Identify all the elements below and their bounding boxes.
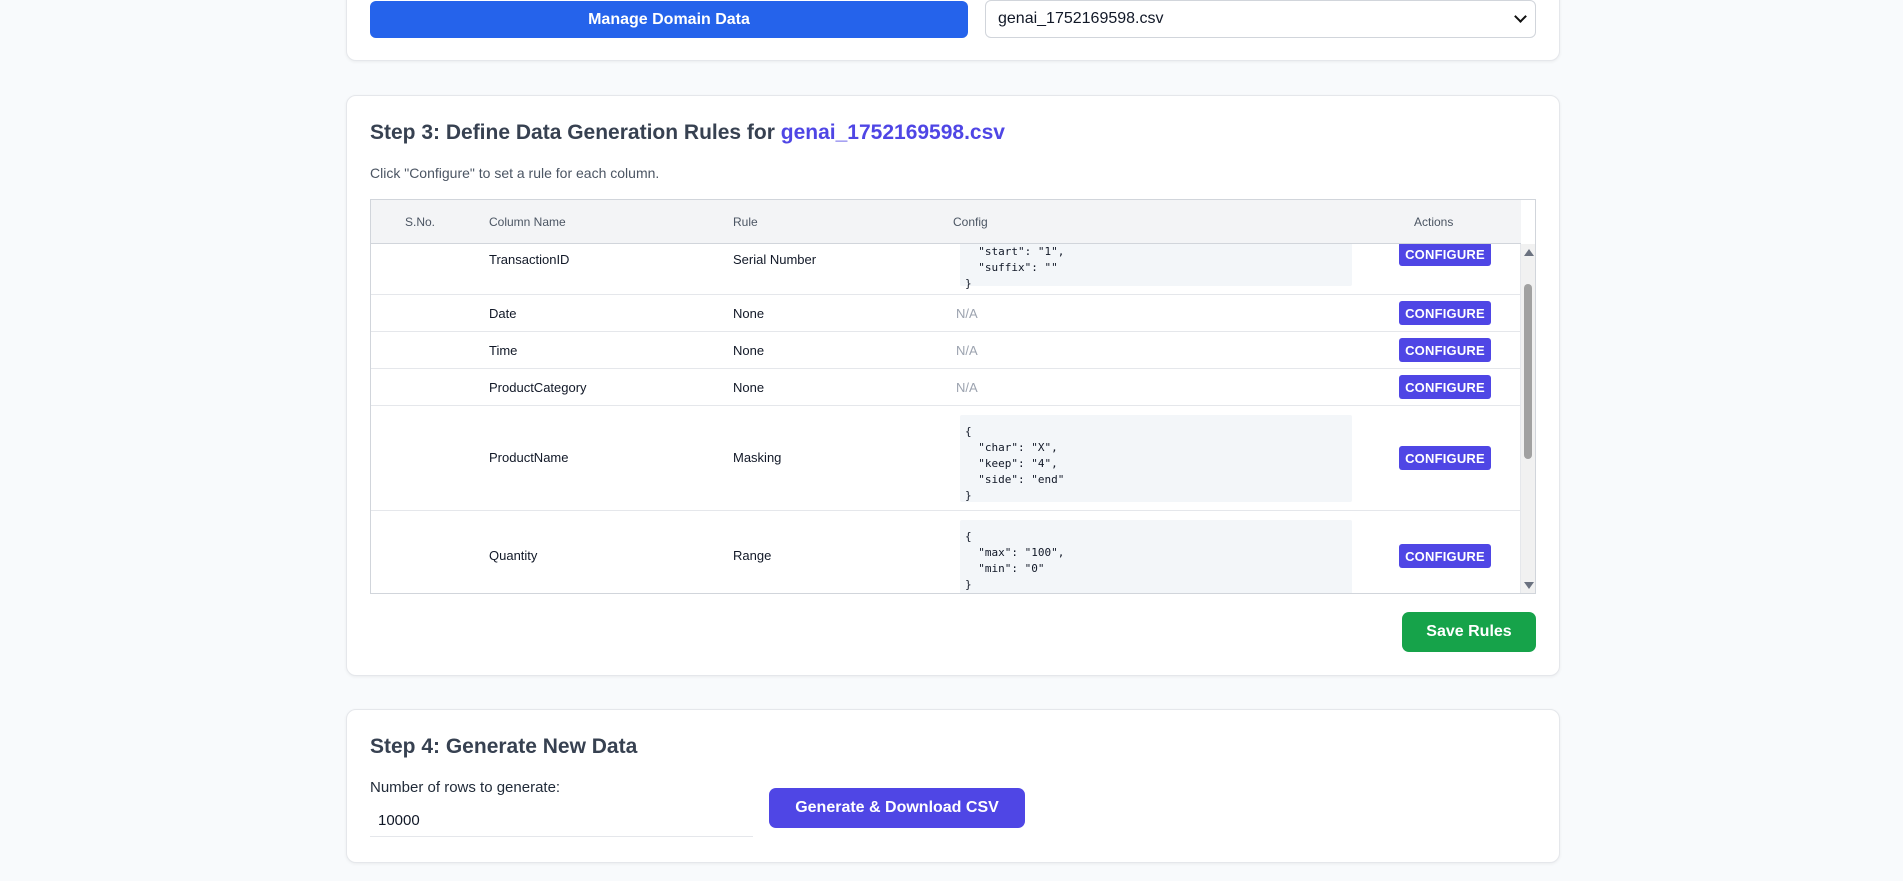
table-row: ProductCategory None N/A CONFIGURE	[371, 369, 1521, 406]
chevron-down-icon	[1514, 10, 1527, 23]
table-body[interactable]: TransactionID Serial Number "start": "1"…	[371, 244, 1521, 593]
rows-count-input[interactable]	[370, 805, 753, 837]
manage-domain-data-button[interactable]: Manage Domain Data	[370, 1, 968, 38]
header-config: Config	[953, 215, 988, 229]
column-name: ProductName	[489, 450, 569, 465]
header-rule: Rule	[733, 215, 758, 229]
configure-button[interactable]: CONFIGURE	[1399, 375, 1491, 399]
rule-value: None	[733, 343, 765, 358]
config-value: N/A	[956, 343, 978, 358]
configure-button[interactable]: CONFIGURE	[1399, 338, 1491, 362]
column-name: TransactionID	[489, 252, 570, 267]
scroll-up-icon[interactable]	[1524, 249, 1534, 256]
rule-value: None	[733, 380, 765, 395]
config-value: N/A	[956, 380, 978, 395]
config-value: N/A	[956, 306, 978, 321]
rule-value: Masking	[733, 450, 782, 465]
rules-card: Step 3: Define Data Generation Rules for…	[346, 95, 1560, 676]
step4-title: Step 4: Generate New Data	[370, 735, 638, 758]
rules-table: S.No. Column Name Rule Config Actions Tr…	[370, 199, 1536, 594]
configure-button[interactable]: CONFIGURE	[1399, 544, 1491, 568]
column-name: ProductCategory	[489, 380, 587, 395]
column-name: Quantity	[489, 548, 538, 563]
table-row: Time None N/A CONFIGURE	[371, 332, 1521, 369]
header-column-name: Column Name	[489, 215, 566, 229]
header-actions: Actions	[1414, 215, 1454, 229]
table-row: TransactionID Serial Number "start": "1"…	[371, 244, 1521, 295]
header-sno: S.No.	[405, 215, 436, 229]
config-json: { "char": "X", "keep": "4", "side": "end…	[960, 415, 1352, 502]
table-row: Date None N/A CONFIGURE	[371, 295, 1521, 332]
step3-title: Step 3: Define Data Generation Rules for…	[370, 121, 1005, 145]
step3-file-name: genai_1752169598.csv	[780, 121, 1005, 144]
table-row: Quantity Range { "max": "100", "min": "0…	[371, 511, 1521, 593]
column-name: Date	[489, 306, 517, 321]
domain-data-card: Manage Domain Data genai_1752169598.csv	[346, 0, 1560, 61]
table-header: S.No. Column Name Rule Config Actions	[371, 200, 1521, 244]
configure-button[interactable]: CONFIGURE	[1399, 244, 1491, 266]
table-scrollbar[interactable]	[1520, 244, 1535, 593]
step3-hint: Click "Configure" to set a rule for each…	[370, 165, 660, 181]
column-name: Time	[489, 343, 518, 358]
configure-button[interactable]: CONFIGURE	[1399, 301, 1491, 325]
generate-download-button[interactable]: Generate & Download CSV	[769, 788, 1025, 828]
file-select-value: genai_1752169598.csv	[998, 10, 1164, 27]
table-row: ProductName Masking { "char": "X", "keep…	[371, 406, 1521, 511]
file-select[interactable]: genai_1752169598.csv	[985, 0, 1536, 38]
rows-count-label: Number of rows to generate:	[370, 779, 561, 796]
save-rules-button[interactable]: Save Rules	[1402, 612, 1536, 652]
configure-button[interactable]: CONFIGURE	[1399, 446, 1491, 470]
rule-value: Serial Number	[733, 252, 817, 267]
scroll-down-icon[interactable]	[1524, 582, 1534, 589]
step3-title-prefix: Step 3: Define Data Generation Rules for	[370, 121, 781, 144]
rule-value: Range	[733, 548, 772, 563]
generate-card: Step 4: Generate New Data Number of rows…	[346, 709, 1560, 863]
rule-value: None	[733, 306, 765, 321]
scrollbar-thumb[interactable]	[1524, 284, 1532, 459]
config-json: { "max": "100", "min": "0" }	[960, 520, 1352, 593]
config-json: "start": "1", "suffix": "" }	[960, 244, 1352, 290]
